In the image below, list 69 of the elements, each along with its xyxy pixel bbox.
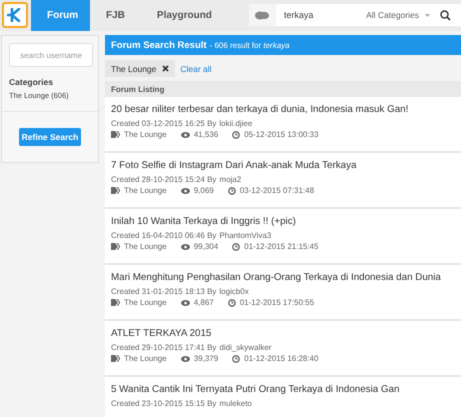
results-summary: - 606 result for terkaya (210, 40, 290, 50)
logo[interactable] (2, 2, 28, 28)
last-post-time: 01-12-2015 21:15:45 (244, 242, 318, 251)
chat-bubble-icon[interactable] (255, 10, 270, 20)
view-count: 9,069 (194, 186, 214, 195)
listing-heading: Forum Listing (105, 81, 461, 97)
category-dropdown[interactable]: All Categories (366, 10, 430, 20)
last-post-time: 03-12-2015 07:31:48 (240, 186, 314, 195)
view-count: 41,536 (194, 130, 218, 139)
thread-category[interactable]: The Lounge (124, 130, 167, 139)
author-link[interactable]: muleketo (219, 399, 252, 408)
author-link[interactable]: logicb0x (219, 287, 249, 296)
search-bar[interactable]: terkaya All Categories (248, 4, 461, 26)
author-link[interactable]: didi_skywalker (219, 343, 272, 352)
author-link[interactable]: lokii.djiee (219, 119, 252, 128)
search-icon[interactable] (440, 10, 451, 20)
thread-category[interactable]: The Lounge (124, 242, 167, 251)
tags-icon (111, 187, 120, 194)
thread-title[interactable]: 7 Foto Selfie di Instagram Dari Anak-anak Muda Terkaya (111, 160, 455, 171)
last-post-time: 05-12-2015 13:00:33 (244, 130, 318, 139)
thread-category[interactable]: The Lounge (124, 186, 167, 195)
eye-icon (180, 300, 190, 306)
view-count: 99,304 (194, 242, 218, 251)
view-count: 4,867 (194, 298, 214, 307)
clock-icon (228, 298, 236, 306)
close-icon[interactable] (162, 65, 170, 72)
categories-heading: Categories (9, 77, 54, 87)
filter-label: The Lounge (111, 64, 156, 74)
eye-icon (180, 356, 190, 362)
thread-title[interactable]: 20 besar niliter terbesar dan terkaya di dunia, Indonesia masuk Gan! (111, 104, 455, 115)
thread-title[interactable]: Mari Menghitung Penghasilan Orang-Orang Terkaya di Indonesia dan Dunia (111, 272, 455, 283)
created-date: Created 28-10-2015 15:24 By (111, 175, 216, 184)
author-link[interactable]: moja2 (219, 175, 242, 184)
thread-category[interactable]: The Lounge (124, 298, 167, 307)
nav-tab[interactable]: FJB (90, 0, 141, 31)
eye-icon (180, 188, 190, 194)
tags-icon (111, 299, 120, 306)
kaskus-logo-icon (7, 8, 23, 22)
tags-icon (111, 355, 120, 362)
created-date: Created 29-10-2015 17:41 By (111, 343, 216, 352)
refine-search-button[interactable]: Refine Search (19, 128, 81, 146)
username-search-field[interactable]: search username (9, 43, 93, 67)
caret-icon (425, 14, 430, 16)
tags-icon (111, 131, 120, 138)
created-date: Created 16-04-2010 06:46 By (111, 231, 216, 240)
clock-icon (228, 186, 236, 194)
nav-tab[interactable]: Playground (140, 0, 228, 31)
thread-category[interactable]: The Lounge (124, 354, 167, 363)
category-label: All Categories (366, 10, 419, 20)
last-post-time: 01-12-2015 17:50:55 (240, 298, 314, 307)
author-link[interactable]: PhantomViva3 (219, 231, 272, 240)
thread-title[interactable]: 5 Wanita Cantik Ini Ternyata Putri Orang Terkaya di Indonesia Gan (111, 384, 455, 395)
eye-icon (180, 132, 190, 138)
clock-icon (232, 130, 240, 138)
clock-icon (232, 354, 240, 362)
eye-icon (180, 244, 190, 250)
results-title: Forum Search Result (111, 40, 207, 50)
clock-icon (232, 242, 240, 250)
created-date: Created 31-01-2015 18:13 By (111, 287, 216, 296)
created-date: Created 03-12-2015 16:25 By (111, 119, 216, 128)
thread-title[interactable]: Inilah 10 Wanita Terkaya di Inggris !! (+pic) (111, 216, 455, 227)
clear-all-link[interactable]: Clear all (180, 64, 212, 74)
created-date: Created 23-10-2015 15:15 By (111, 399, 216, 408)
tags-icon (111, 243, 120, 250)
nav-tab[interactable]: Forum (31, 0, 90, 31)
last-post-time: 01-12-2015 16:28:40 (244, 354, 318, 363)
filter-chip[interactable]: The Lounge (105, 60, 176, 77)
thread-title[interactable]: ATLET TERKAYA 2015 (111, 328, 455, 339)
view-count: 39,379 (194, 354, 218, 363)
